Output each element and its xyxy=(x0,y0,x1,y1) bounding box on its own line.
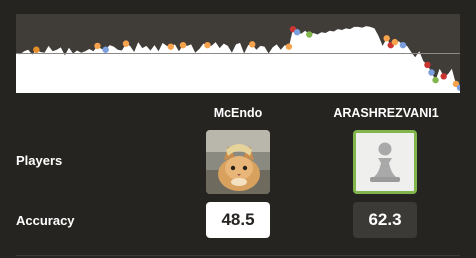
move-marker-best[interactable] xyxy=(432,76,439,84)
move-marker-good[interactable] xyxy=(428,69,435,76)
move-marker-good[interactable] xyxy=(399,41,407,49)
move-marker-best[interactable] xyxy=(306,31,313,38)
accuracy-row-label: Accuracy xyxy=(16,213,75,228)
move-marker-inaccuracy[interactable] xyxy=(383,35,390,42)
move-marker-blunder[interactable] xyxy=(440,73,447,80)
move-marker-mistake[interactable] xyxy=(33,46,40,53)
move-marker-blunder[interactable] xyxy=(424,61,431,69)
black-player-avatar[interactable] xyxy=(353,130,417,194)
section-divider xyxy=(16,255,460,256)
move-marker-inaccuracy[interactable] xyxy=(249,41,256,48)
move-marker-inaccuracy[interactable] xyxy=(94,42,101,50)
move-marker-inaccuracy[interactable] xyxy=(285,43,293,50)
players-row-label: Players xyxy=(16,153,63,168)
move-marker-inaccuracy[interactable] xyxy=(167,43,174,50)
move-marker-inaccuracy[interactable] xyxy=(179,41,187,49)
move-marker-inaccuracy[interactable] xyxy=(391,38,399,46)
white-accuracy-value: 48.5 xyxy=(206,202,270,238)
white-player-avatar[interactable] xyxy=(206,130,270,194)
cat-photo-icon xyxy=(206,130,270,194)
move-marker-inaccuracy[interactable] xyxy=(204,41,211,49)
move-marker-inaccuracy[interactable] xyxy=(122,40,130,47)
move-marker-good[interactable] xyxy=(293,29,301,36)
evaluation-graph[interactable] xyxy=(16,14,460,93)
pawn-icon xyxy=(356,133,414,191)
black-accuracy-value: 62.3 xyxy=(353,202,417,238)
white-player-name: McEndo xyxy=(213,106,263,120)
black-player-name: ARASHREZVANI1 xyxy=(333,106,439,120)
move-marker-good[interactable] xyxy=(102,46,109,53)
